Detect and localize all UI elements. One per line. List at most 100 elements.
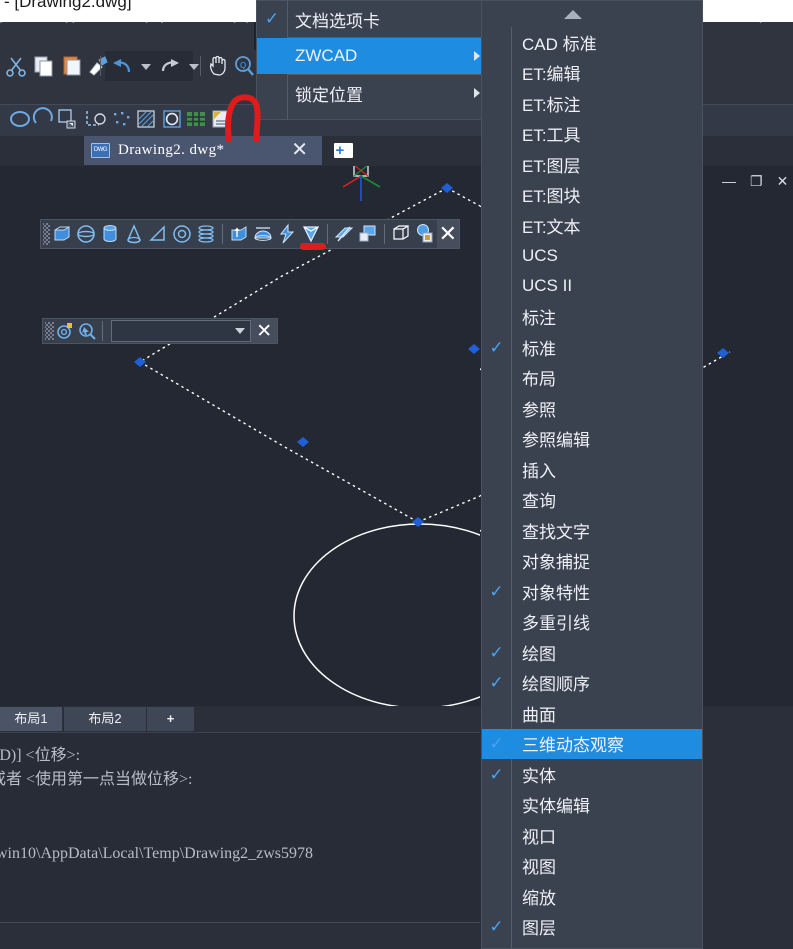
document-tab-drawing2[interactable]: DWG Drawing2. dwg* ✕ xyxy=(84,136,322,165)
slice-icon[interactable] xyxy=(333,223,355,245)
torus-icon[interactable] xyxy=(171,223,193,245)
wedge-icon[interactable] xyxy=(147,223,169,245)
layout-tab-2[interactable]: 布局2 xyxy=(64,707,146,731)
submenu-item-label: 视口 xyxy=(522,827,556,847)
arc-icon[interactable] xyxy=(32,107,56,131)
submenu-item[interactable]: ✓ 实体 xyxy=(482,759,702,790)
hatch-icon[interactable] xyxy=(134,107,158,131)
submenu-item[interactable]: 插入 xyxy=(482,454,702,485)
submenu-item-label: 三维动态观察 xyxy=(522,736,624,756)
submenu-item[interactable]: ET:图块 xyxy=(482,180,702,211)
close-icon[interactable]: ✕ xyxy=(436,220,459,248)
submenu-item[interactable]: ET:编辑 xyxy=(482,58,702,89)
submenu-item[interactable]: 视口 xyxy=(482,820,702,851)
submenu-item[interactable]: 布局 xyxy=(482,363,702,394)
undo-icon[interactable] xyxy=(110,54,134,78)
quick-select-icon[interactable] xyxy=(77,321,97,341)
menu-item-lock-position[interactable]: 锁定位置 xyxy=(257,75,487,111)
cut-icon[interactable] xyxy=(4,54,28,78)
submenu-item[interactable]: ✓ 三维动态观察 xyxy=(482,728,702,759)
match-properties-icon[interactable] xyxy=(86,54,110,78)
menu-item-document-tabs[interactable]: ✓ 文档选项卡 xyxy=(257,1,487,37)
submenu-item[interactable]: ✓ 图层 xyxy=(482,912,702,943)
setup-drawing-icon[interactable] xyxy=(390,223,412,245)
submenu-item-label: ET:编辑 xyxy=(522,65,581,85)
box-icon[interactable] xyxy=(51,223,73,245)
make-block-icon[interactable] xyxy=(83,107,107,131)
close-icon[interactable]: ✕ xyxy=(777,174,789,188)
cylinder-icon[interactable] xyxy=(99,223,121,245)
submenu-item[interactable]: ET:工具 xyxy=(482,119,702,150)
submenu-item[interactable]: ✓ 对象特性 xyxy=(482,576,702,607)
window-title: - [Drawing2.dwg] xyxy=(4,0,132,11)
toolbar-drag-handle-2[interactable] xyxy=(45,322,54,340)
submenu-scroll-up-button[interactable] xyxy=(482,1,702,27)
submenu-item[interactable]: 查找文字 xyxy=(482,515,702,546)
submenu-item[interactable]: ✓ 标准 xyxy=(482,332,702,363)
toolbar-context-menu[interactable]: ✓ 文档选项卡 ZWCAD 锁定位置 xyxy=(256,0,488,120)
layout-tab-add[interactable]: + xyxy=(147,707,194,731)
floating-toolbar-solids[interactable]: ✕ xyxy=(40,219,460,250)
submenu-item[interactable]: ET:标注 xyxy=(482,88,702,119)
toolbars-submenu[interactable]: CAD 标准 ET:编辑 ET:标注 ET:工具 ET:图层 ET:图块 ET:文本 UCS U… xyxy=(481,0,703,949)
submenu-item[interactable]: 缩放 xyxy=(482,881,702,912)
layout-tab-2-label: 布局2 xyxy=(88,711,122,726)
submenu-item[interactable]: 视图 xyxy=(482,851,702,882)
submenu-item[interactable]: 对象捕捉 xyxy=(482,546,702,577)
revolve-icon[interactable] xyxy=(252,223,274,245)
copy-icon[interactable] xyxy=(32,54,56,78)
layout-tab-1[interactable]: 布局1 xyxy=(0,707,62,731)
command-line-history[interactable]: (D)] <位移>: 或者 <使用第一点当做位移>: win10\AppData… xyxy=(0,732,480,922)
ellipse-icon[interactable] xyxy=(8,107,32,131)
submenu-item[interactable]: UCS II xyxy=(482,271,702,302)
floating-toolbar-find[interactable]: ✕ xyxy=(42,318,278,344)
status-bar[interactable] xyxy=(0,922,480,949)
setup-profile-icon[interactable] xyxy=(414,223,436,245)
zwcad-application-window: 布局1 布局2 + (D)] <位移>: 或者 <使用第一点当做位移>: win… xyxy=(0,0,793,949)
submenu-item[interactable]: 曲面 xyxy=(482,698,702,729)
close-icon[interactable]: ✕ xyxy=(251,319,277,343)
cone-icon[interactable] xyxy=(123,223,145,245)
extrude-icon[interactable] xyxy=(228,223,250,245)
sphere-icon[interactable] xyxy=(75,223,97,245)
new-document-tab-button[interactable]: + xyxy=(328,137,358,164)
minimize-icon[interactable]: — xyxy=(722,174,736,188)
submenu-item[interactable]: 实体编辑 xyxy=(482,790,702,821)
section-icon[interactable] xyxy=(357,223,379,245)
submenu-item[interactable]: 参照 xyxy=(482,393,702,424)
submenu-item[interactable]: CAD 标准 xyxy=(482,27,702,58)
submenu-item[interactable]: ET:文本 xyxy=(482,210,702,241)
submenu-item-label: ET:图层 xyxy=(522,156,581,176)
red-highlight-annotation xyxy=(300,243,326,250)
submenu-item[interactable]: 查询 xyxy=(482,485,702,516)
undo-dropdown-icon[interactable] xyxy=(134,54,158,78)
redo-icon[interactable] xyxy=(158,54,182,78)
menu-item-zwcad[interactable]: ZWCAD xyxy=(257,38,487,74)
submenu-item[interactable]: 参照编辑 xyxy=(482,424,702,455)
sweep-icon[interactable] xyxy=(276,223,298,245)
submenu-item[interactable]: ✓ 绘图顺序 xyxy=(482,668,702,699)
toolbar-divider-3 xyxy=(383,224,385,244)
loft-icon[interactable] xyxy=(300,223,326,250)
submenu-item[interactable]: ✓ 绘图 xyxy=(482,637,702,668)
submenu-item[interactable]: ET:图层 xyxy=(482,149,702,180)
submenu-item-label: UCS II xyxy=(522,276,573,296)
submenu-item[interactable]: 多重引线 xyxy=(482,607,702,638)
point-icon[interactable] xyxy=(110,107,134,131)
region-icon[interactable] xyxy=(160,107,184,131)
chevron-down-icon[interactable] xyxy=(235,328,246,334)
pan-icon[interactable] xyxy=(206,54,230,78)
paste-icon[interactable] xyxy=(60,54,84,78)
find-icon[interactable] xyxy=(55,321,75,341)
zoom-realtime-icon[interactable]: Q xyxy=(232,54,256,78)
toolbar-drag-handle[interactable] xyxy=(43,223,51,245)
close-icon[interactable]: ✕ xyxy=(291,140,308,160)
submenu-item[interactable]: UCS xyxy=(482,241,702,272)
table-icon[interactable] xyxy=(184,107,208,131)
maximize-icon[interactable]: ❐ xyxy=(750,174,763,188)
redo-dropdown-icon[interactable] xyxy=(182,54,206,78)
find-text-combo[interactable] xyxy=(110,320,252,342)
insert-block-icon[interactable] xyxy=(56,107,80,131)
submenu-item[interactable]: 标注 xyxy=(482,302,702,333)
helix-icon[interactable] xyxy=(195,223,217,245)
